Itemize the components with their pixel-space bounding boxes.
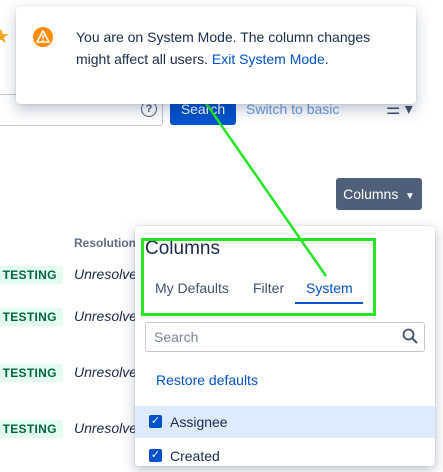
system-mode-banner: You are on System Mode. The column chang…: [16, 6, 416, 104]
warning-icon: [33, 27, 53, 47]
banner-message-suffix: .: [324, 51, 329, 67]
exit-system-mode-link[interactable]: Exit System Mode: [212, 51, 325, 67]
banner-message: You are on System Mode. The column chang…: [76, 26, 386, 70]
